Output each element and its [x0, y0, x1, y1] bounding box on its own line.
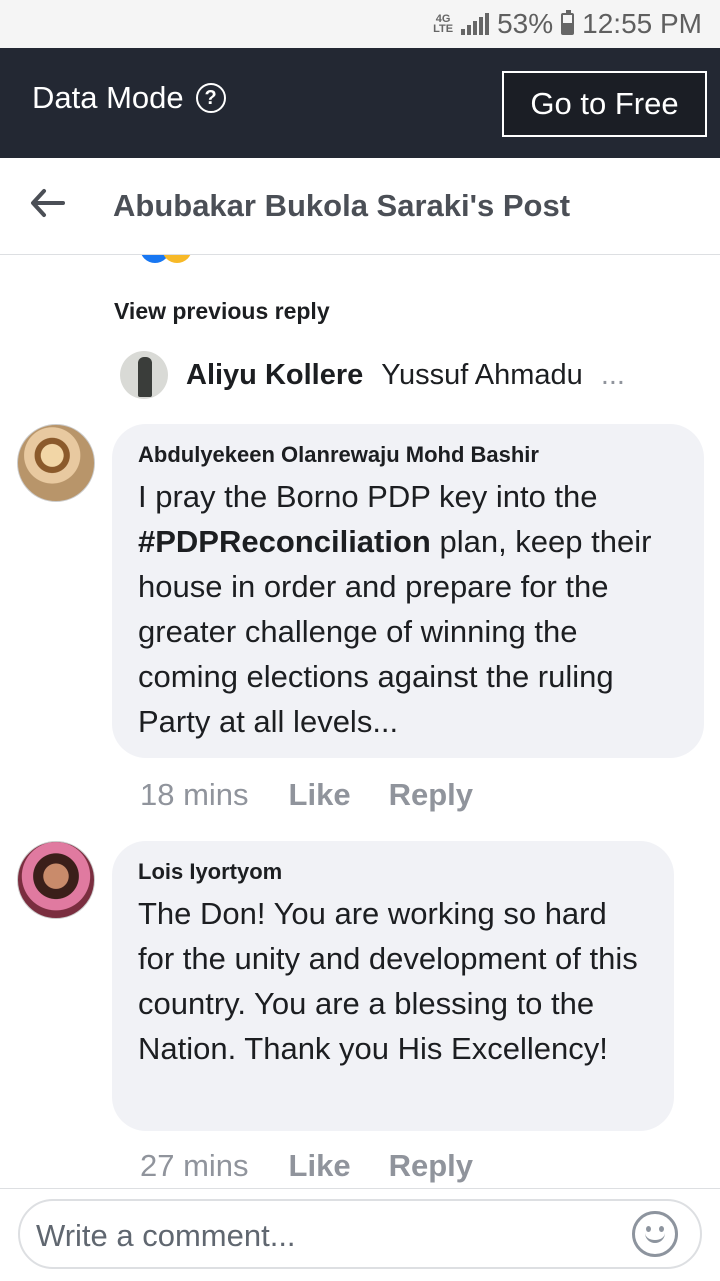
reply-button[interactable]: Reply — [389, 1148, 473, 1184]
reply-preview[interactable]: Aliyu Kollere Yussuf Ahmadu ... — [120, 351, 680, 399]
comments-thread[interactable]: View previous reply Aliyu Kollere Yussuf… — [0, 255, 720, 1187]
like-button[interactable]: Like — [289, 1148, 351, 1184]
reactions-icon — [140, 255, 192, 263]
data-mode-bar: Data Mode ? Go to Free — [0, 48, 720, 158]
comment-time: 18 mins — [140, 777, 249, 812]
comment-bubble: Lois Iyortyom The Don! You are working s… — [112, 841, 674, 1131]
hashtag-link[interactable]: #PDPReconciliation — [138, 524, 431, 559]
help-icon[interactable]: ? — [195, 83, 226, 113]
battery-percent: 53% — [497, 8, 554, 39]
reply-author: Aliyu Kollere — [186, 358, 364, 391]
data-mode-label-group[interactable]: Data Mode ? — [32, 80, 226, 116]
network-4g-icon: 4G LTE — [433, 13, 454, 35]
page-header: Abubakar Bukola Saraki's Post — [0, 158, 720, 255]
reply-snippet: Yussuf Ahmadu — [381, 358, 583, 391]
comment-time: 27 mins — [140, 1148, 249, 1183]
emoji-icon[interactable] — [632, 1211, 678, 1257]
comment-text: I pray the Borno PDP key into the #PDPRe… — [138, 479, 652, 739]
comment-composer: Write a comment... — [0, 1188, 720, 1281]
comment-author[interactable]: Lois Iyortyom — [138, 859, 648, 885]
battery-icon — [561, 10, 575, 35]
like-button[interactable]: Like — [289, 777, 351, 813]
status-bar: 4G LTE 53% 12:55 PM — [0, 0, 720, 48]
comment-meta: 18 mins Like Reply — [140, 777, 473, 813]
comment-input[interactable]: Write a comment... — [18, 1199, 702, 1269]
comment-bubble: Abdulyekeen Olanrewaju Mohd Bashir I pra… — [112, 424, 704, 758]
go-to-free-button[interactable]: Go to Free — [502, 71, 707, 137]
cut-off-previous-meta — [140, 255, 192, 263]
comment-input-placeholder: Write a comment... — [36, 1218, 296, 1253]
clock: 12:55 PM — [582, 8, 702, 39]
avatar — [120, 351, 168, 399]
back-arrow-icon[interactable] — [30, 188, 66, 218]
comment-text: The Don! You are working so hard for the… — [138, 896, 638, 1066]
data-mode-label: Data Mode — [32, 80, 184, 115]
page-title: Abubakar Bukola Saraki's Post — [113, 188, 571, 223]
signal-icon — [461, 13, 490, 35]
view-previous-reply-link[interactable]: View previous reply — [114, 298, 330, 325]
comment-author[interactable]: Abdulyekeen Olanrewaju Mohd Bashir — [138, 442, 678, 468]
reply-button[interactable]: Reply — [389, 777, 473, 813]
reply-ellipsis: ... — [600, 358, 625, 391]
avatar[interactable] — [17, 841, 95, 919]
comment-meta: 27 mins Like Reply — [140, 1148, 473, 1184]
avatar[interactable] — [17, 424, 95, 502]
